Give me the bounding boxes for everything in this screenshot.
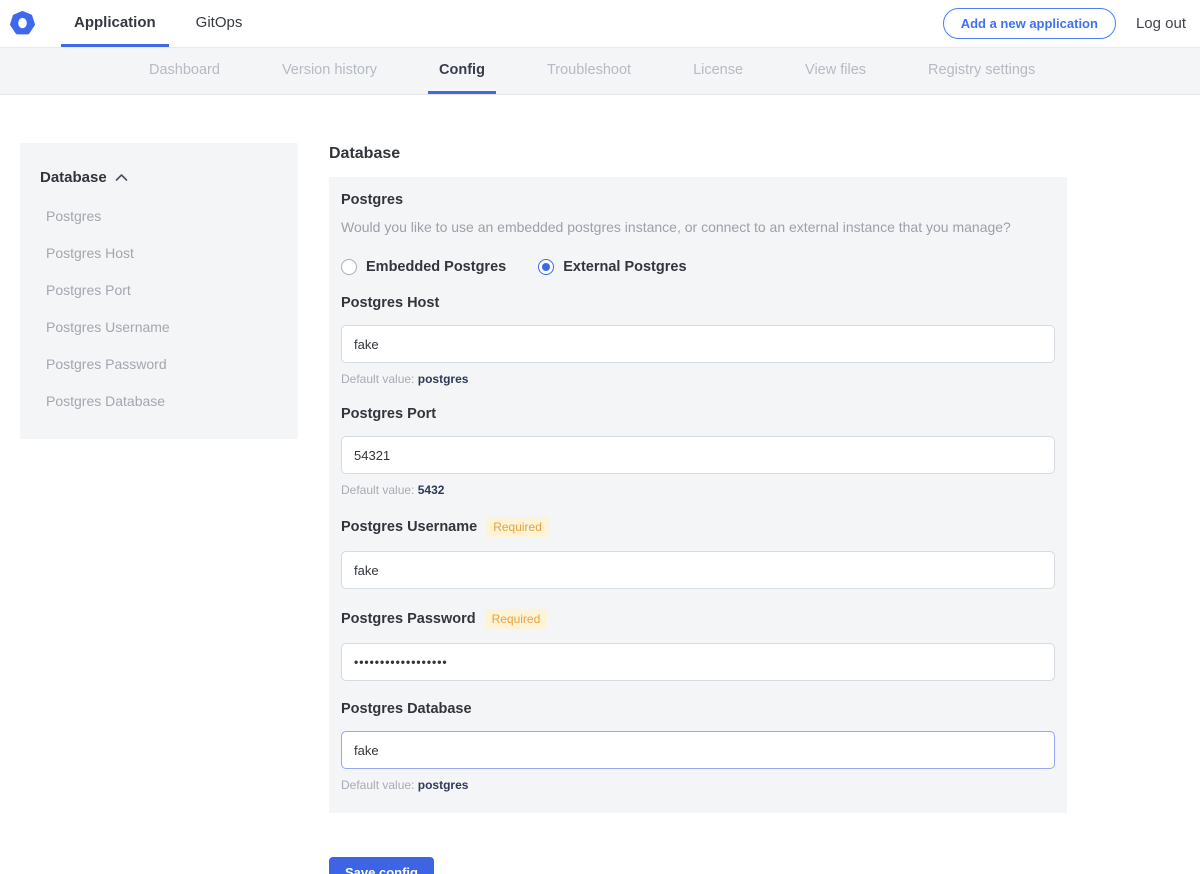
postgres-host-label: Postgres Host: [341, 295, 439, 311]
subnav-version-history[interactable]: Version history: [271, 48, 388, 94]
sidebar-item-postgres-database[interactable]: Postgres Database: [40, 393, 280, 409]
radio-embedded-postgres[interactable]: Embedded Postgres: [341, 259, 506, 275]
sidebar-item-postgres[interactable]: Postgres: [40, 208, 280, 224]
sidebar-item-postgres-port[interactable]: Postgres Port: [40, 282, 280, 298]
database-config-panel: Postgres Would you like to use an embedd…: [329, 177, 1067, 813]
tab-application[interactable]: Application: [61, 0, 169, 47]
primary-tabs: Application GitOps: [61, 0, 269, 47]
postgres-host-default-hint: Default value: postgres: [341, 372, 1055, 386]
radio-unselected-icon[interactable]: [341, 259, 357, 275]
subnav-view-files[interactable]: View files: [794, 48, 877, 94]
subnav-troubleshoot[interactable]: Troubleshoot: [536, 48, 642, 94]
postgres-host-label-row: Postgres Host: [341, 295, 1055, 311]
postgres-group-label: Postgres: [341, 192, 1055, 208]
subnav-license[interactable]: License: [682, 48, 754, 94]
postgres-port-label: Postgres Port: [341, 406, 436, 422]
postgres-username-label: Postgres Username: [341, 519, 477, 535]
default-label: Default value:: [341, 483, 414, 497]
postgres-host-input[interactable]: [341, 325, 1055, 363]
required-badge: Required: [485, 609, 548, 629]
logout-link[interactable]: Log out: [1136, 15, 1186, 32]
radio-external-postgres[interactable]: External Postgres: [538, 259, 686, 275]
postgres-username-label-row: Postgres Username Required: [341, 517, 1055, 537]
postgres-port-default-hint: Default value: 5432: [341, 483, 1055, 497]
config-content: Database Postgres Postgres Host Postgres…: [0, 95, 1200, 874]
default-value: 5432: [418, 483, 445, 497]
sidebar-group-label: Database: [40, 169, 107, 186]
postgres-database-input[interactable]: [341, 731, 1055, 769]
radio-embedded-label: Embedded Postgres: [366, 259, 506, 275]
postgres-port-input[interactable]: [341, 436, 1055, 474]
sidebar-item-postgres-username[interactable]: Postgres Username: [40, 319, 280, 335]
add-application-button[interactable]: Add a new application: [943, 8, 1116, 39]
default-label: Default value:: [341, 372, 414, 386]
app-logo[interactable]: [0, 0, 61, 47]
sidebar-group-database[interactable]: Database: [40, 169, 280, 186]
postgres-database-label-row: Postgres Database: [341, 701, 1055, 717]
subnav-dashboard[interactable]: Dashboard: [138, 48, 231, 94]
postgres-password-input[interactable]: [341, 643, 1055, 681]
config-form: Database Postgres Would you like to use …: [329, 143, 1067, 874]
postgres-database-default-hint: Default value: postgres: [341, 778, 1055, 792]
postgres-help-text: Would you like to use an embedded postgr…: [341, 219, 1055, 235]
top-header: Application GitOps Add a new application…: [0, 0, 1200, 48]
radio-selected-icon[interactable]: [538, 259, 554, 275]
required-badge: Required: [486, 517, 549, 537]
default-value: postgres: [418, 778, 469, 792]
default-value: postgres: [418, 372, 469, 386]
header-spacer: [269, 0, 942, 47]
subnav-config[interactable]: Config: [428, 48, 496, 94]
sidebar-item-postgres-password[interactable]: Postgres Password: [40, 356, 280, 372]
postgres-username-input[interactable]: [341, 551, 1055, 589]
config-sidebar: Database Postgres Postgres Host Postgres…: [20, 143, 298, 439]
app-subnav: Dashboard Version history Config Trouble…: [0, 48, 1200, 95]
chevron-up-icon: [115, 173, 128, 182]
tab-application-label: Application: [74, 14, 156, 31]
save-config-button[interactable]: Save config: [329, 857, 434, 874]
postgres-password-label: Postgres Password: [341, 611, 476, 627]
sidebar-item-postgres-host[interactable]: Postgres Host: [40, 245, 280, 261]
sidebar-item-list: Postgres Postgres Host Postgres Port Pos…: [40, 208, 280, 409]
postgres-database-label: Postgres Database: [341, 701, 472, 717]
default-label: Default value:: [341, 778, 414, 792]
section-title: Database: [329, 145, 1067, 163]
subnav-registry-settings[interactable]: Registry settings: [917, 48, 1046, 94]
app-logo-icon: [10, 11, 35, 36]
postgres-port-label-row: Postgres Port: [341, 406, 1055, 422]
postgres-radio-group: Embedded Postgres External Postgres: [341, 259, 1055, 275]
tab-gitops[interactable]: GitOps: [183, 0, 256, 47]
postgres-password-label-row: Postgres Password Required: [341, 609, 1055, 629]
radio-external-label: External Postgres: [563, 259, 686, 275]
tab-gitops-label: GitOps: [196, 14, 243, 31]
